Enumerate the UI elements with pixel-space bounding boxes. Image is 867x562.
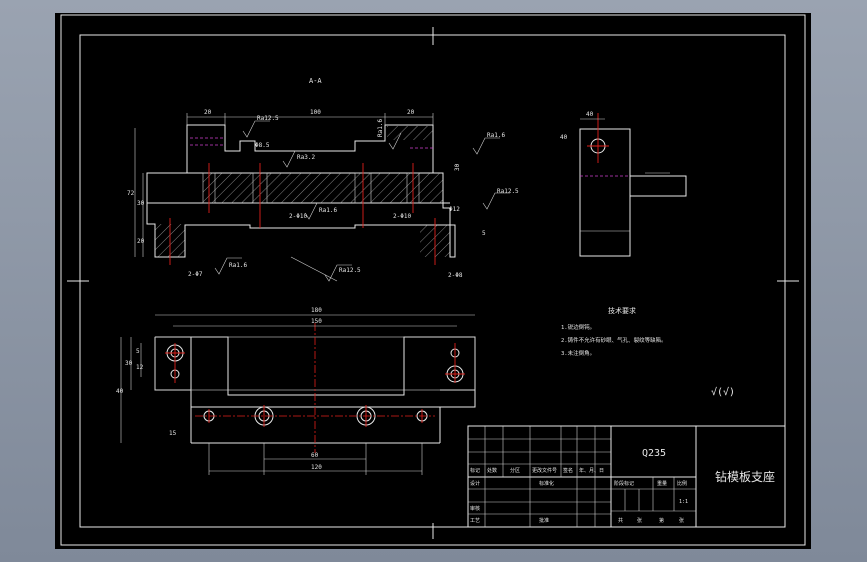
dim-plan-bottom-60: 60: [311, 452, 319, 459]
inner-border: [79, 34, 786, 528]
row-label-2: 分区: [510, 467, 520, 474]
dim-plan-150: 150: [311, 318, 322, 325]
dim-height-mid: 30: [137, 200, 145, 207]
dim-height-total: 72: [127, 190, 135, 197]
stage-header-0: 阶段标记: [614, 480, 634, 487]
tech-line-3: 3.未注倒角。: [561, 349, 595, 357]
tech-title: 技术要求: [608, 306, 636, 315]
dim-height-low: 20: [137, 238, 145, 245]
drawing-name: 钻模板支座: [715, 469, 775, 484]
roughness-6: Ra1.6: [229, 262, 247, 269]
row-label-5: 年、月、日: [579, 467, 604, 474]
label-design: 设计: [470, 480, 480, 487]
dim-plan-left-e: 15: [169, 430, 177, 437]
dim-plan-left-d: 40: [116, 388, 124, 395]
drawing-sheet: A-A 20 100 20 72 30 20 Φ8.5 2-Φ7 2-Φ10 2…: [60, 14, 806, 546]
callout-right-hole: 2-Φ8: [448, 272, 463, 279]
dim-side-left: 40: [560, 134, 568, 141]
tech-requirements: 技术要求 1.锐边倒钝。 2.铸件不允许有砂眼、气孔、裂纹等缺陷。 3.未注倒角…: [561, 306, 735, 398]
dim-plan-180: 180: [311, 307, 322, 314]
sheets-3: 张: [679, 517, 684, 524]
label-process: 工艺: [470, 518, 480, 524]
section-label: A-A: [309, 77, 322, 85]
sheets-0: 共: [618, 517, 623, 524]
side-view: 40 40: [560, 111, 687, 257]
roughness-3: Ra3.2: [297, 154, 315, 161]
title-block: Q235 钻模板支座 标记 处数 分区 更改文件号 签名 年、月、日 设计 标准…: [467, 425, 786, 528]
row-label-3: 更改文件号: [532, 467, 557, 474]
stage-header-1: 重量: [657, 480, 667, 487]
dim-plan-left-a: 5: [136, 348, 140, 355]
row-label-0: 标记: [470, 467, 480, 474]
roughness-4: Ra1.6: [319, 207, 337, 214]
label-standard: 标准化: [539, 480, 554, 487]
sheets-2: 第: [659, 517, 664, 524]
cad-viewport: A-A 20 100 20 72 30 20 Φ8.5 2-Φ7 2-Φ10 2…: [0, 0, 867, 562]
row-label-4: 签名: [563, 467, 573, 474]
tech-line-2: 2.铸件不允许有砂眼、气孔、裂纹等缺陷。: [561, 336, 667, 344]
dim-plan-left-c: 30: [125, 360, 133, 367]
material: Q235: [642, 448, 666, 459]
label-approve: 批准: [539, 517, 549, 524]
dim-side-top: 40: [586, 111, 594, 118]
roughness-1: Ra12.5: [257, 115, 279, 122]
callout-mid-hole: 2-Φ10: [289, 213, 307, 220]
dim-top-right: 20: [407, 109, 415, 116]
roughness-2: Ra1.6: [487, 132, 505, 139]
callout-hole-small: 2-Φ10: [393, 213, 411, 220]
callout-bottom-hole: 2-Φ7: [188, 271, 203, 278]
dim-plan-bottom-120: 120: [311, 464, 322, 471]
label-review: 审核: [470, 505, 480, 512]
other-roughness-symbol: √(√): [711, 386, 735, 398]
dim-right: 5: [482, 230, 486, 237]
dim-side-30: 30: [454, 163, 461, 171]
roughness-5: Ra12.5: [497, 188, 519, 195]
dim-top-left: 20: [204, 109, 212, 116]
plan-view: 180 150 40 30 5 12 15 60 120: [116, 307, 476, 475]
outer-border: [60, 14, 806, 546]
dim-plan-left-b: 12: [136, 364, 144, 371]
roughness-7: Ra1.6: [377, 119, 384, 137]
dim-top-mid: 100: [310, 109, 321, 116]
drawing-canvas: A-A 20 100 20 72 30 20 Φ8.5 2-Φ7 2-Φ10 2…: [55, 13, 811, 549]
roughness-8: Ra12.5: [339, 267, 361, 274]
callout-small-hole: Φ12: [449, 206, 460, 213]
tech-line-1: 1.锐边倒钝。: [561, 323, 595, 331]
scale-value: 1:1: [679, 499, 688, 505]
stage-header-2: 比例: [677, 480, 687, 487]
row-label-1: 处数: [487, 467, 497, 474]
callout-hole-left: Φ8.5: [255, 142, 270, 149]
front-section-view: 20 100 20 72 30 20 Φ8.5 2-Φ7 2-Φ10 2-Φ10…: [127, 109, 519, 282]
sheets-1: 张: [637, 517, 642, 524]
